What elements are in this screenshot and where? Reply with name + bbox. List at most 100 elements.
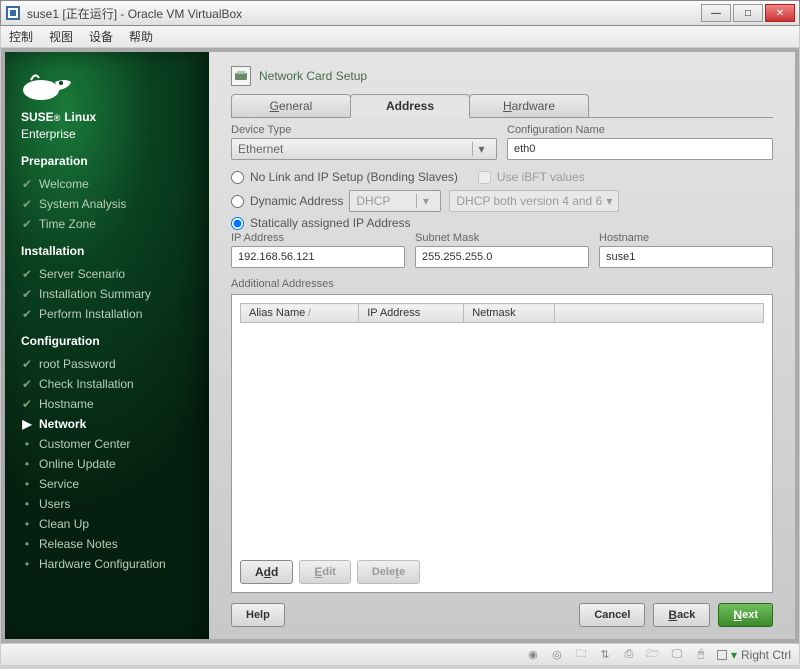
option-no-link[interactable]: No Link and IP Setup (Bonding Slaves) Us…: [231, 166, 773, 188]
bullet-icon: •: [21, 537, 33, 551]
option-dynamic[interactable]: Dynamic Address DHCP▾ DHCP both version …: [231, 188, 773, 214]
step-install-summary: ✔Installation Summary: [21, 284, 193, 304]
dynamic-proto-select: DHCP▾: [349, 190, 441, 212]
usb-icon[interactable]: ⎙: [621, 647, 637, 663]
option-static[interactable]: Statically assigned IP Address: [231, 214, 773, 232]
brand-text: SUSE® Linux Enterprise: [21, 108, 193, 142]
device-type-select[interactable]: Ethernet ▾: [231, 138, 497, 160]
bullet-icon: •: [21, 457, 33, 471]
chevron-down-icon: ▾: [416, 194, 434, 208]
check-icon: ✔: [21, 397, 33, 411]
shared-folder-icon[interactable]: 🗁: [645, 647, 661, 663]
host-key-indicator: ▾ Right Ctrl: [717, 648, 791, 662]
chevron-down-icon: ▾: [472, 142, 490, 156]
hostname-label: Hostname: [599, 232, 773, 244]
config-name-input[interactable]: [507, 138, 773, 160]
optical-icon[interactable]: ◎: [549, 647, 565, 663]
subnet-input[interactable]: [415, 246, 589, 268]
hostname-input[interactable]: [599, 246, 773, 268]
step-time-zone: ✔Time Zone: [21, 214, 193, 234]
step-check-install: ✔Check Installation: [21, 374, 193, 394]
menu-view[interactable]: 视图: [49, 28, 73, 45]
step-perform-install: ✔Perform Installation: [21, 304, 193, 324]
maximize-button[interactable]: □: [733, 4, 763, 22]
table-body: [240, 323, 764, 552]
step-system-analysis: ✔System Analysis: [21, 194, 193, 214]
window-titlebar: suse1 [正在运行] - Oracle VM VirtualBox — □ …: [0, 0, 800, 26]
check-icon: ✔: [21, 307, 33, 321]
check-icon: ✔: [21, 267, 33, 281]
arrow-down-icon: ▾: [731, 648, 737, 662]
step-hostname: ✔Hostname: [21, 394, 193, 414]
suse-logo: [21, 68, 193, 102]
cancel-button[interactable]: Cancel: [579, 603, 645, 627]
check-icon: ✔: [21, 287, 33, 301]
step-network: ▶Network: [21, 414, 193, 434]
col-netmask[interactable]: Netmask: [464, 304, 555, 323]
bullet-icon: •: [21, 557, 33, 571]
disk-icon[interactable]: ◉: [525, 647, 541, 663]
network-icon[interactable]: ⇅: [597, 647, 613, 663]
back-button[interactable]: Back: [653, 603, 710, 627]
option-ibft: Use iBFT values: [478, 168, 585, 186]
main-panel: Network Card Setup General Address Hardw…: [209, 52, 795, 639]
tabs: General Address Hardware: [231, 94, 773, 118]
bullet-icon: •: [21, 477, 33, 491]
menu-help[interactable]: 帮助: [129, 28, 153, 45]
tab-hardware[interactable]: Hardware: [469, 94, 589, 117]
check-icon: ✔: [21, 217, 33, 231]
edit-button[interactable]: Edit: [299, 560, 350, 584]
window-title: suse1 [正在运行] - Oracle VM VirtualBox: [27, 5, 701, 22]
section-configuration-title: Configuration: [21, 334, 193, 348]
bullet-icon: •: [21, 497, 33, 511]
col-alias[interactable]: Alias Name: [241, 304, 359, 323]
vm-screen: SUSE® Linux Enterprise Preparation ✔Welc…: [0, 48, 800, 644]
tab-general[interactable]: General: [231, 94, 351, 117]
tab-address[interactable]: Address: [350, 94, 470, 118]
step-customer-center: •Customer Center: [21, 434, 193, 454]
bullet-icon: •: [21, 437, 33, 451]
ip-input[interactable]: [231, 246, 405, 268]
check-icon: ✔: [21, 177, 33, 191]
hostkey-box-icon: [717, 650, 727, 660]
network-card-icon: [231, 66, 251, 86]
check-icon: ✔: [21, 197, 33, 211]
step-release-notes: •Release Notes: [21, 534, 193, 554]
step-root-password: ✔root Password: [21, 354, 193, 374]
subnet-label: Subnet Mask: [415, 232, 589, 244]
page-title: Network Card Setup: [231, 66, 773, 86]
help-button[interactable]: Help: [231, 603, 285, 627]
section-preparation-title: Preparation: [21, 154, 193, 168]
config-name-label: Configuration Name: [507, 124, 773, 136]
add-button[interactable]: Add: [240, 560, 293, 584]
menubar: 控制 视图 设备 帮助: [0, 26, 800, 48]
step-welcome: ✔Welcome: [21, 174, 193, 194]
check-icon: ✔: [21, 357, 33, 371]
menu-devices[interactable]: 设备: [89, 28, 113, 45]
step-hardware-config: •Hardware Configuration: [21, 554, 193, 574]
step-users: •Users: [21, 494, 193, 514]
section-installation-title: Installation: [21, 244, 193, 258]
next-button[interactable]: Next: [718, 603, 773, 627]
step-service: •Service: [21, 474, 193, 494]
col-ip[interactable]: IP Address: [359, 304, 464, 323]
mouse-icon[interactable]: 🖱: [693, 647, 709, 663]
close-button[interactable]: ✕: [765, 4, 795, 22]
menu-control[interactable]: 控制: [9, 28, 33, 45]
ip-label: IP Address: [231, 232, 405, 244]
step-clean-up: •Clean Up: [21, 514, 193, 534]
minimize-button[interactable]: —: [701, 4, 731, 22]
folder-icon[interactable]: 🗀: [573, 647, 589, 663]
step-server-scenario: ✔Server Scenario: [21, 264, 193, 284]
installer-sidebar: SUSE® Linux Enterprise Preparation ✔Welc…: [5, 52, 209, 639]
check-icon: ✔: [21, 377, 33, 391]
virtualbox-icon: [5, 5, 21, 21]
chevron-down-icon: ▾: [606, 194, 612, 208]
additional-addresses-label: Additional Addresses: [231, 278, 773, 290]
dynamic-mode-select: DHCP both version 4 and 6▾: [449, 190, 619, 212]
arrow-right-icon: ▶: [21, 417, 33, 431]
delete-button[interactable]: Delete: [357, 560, 420, 584]
step-online-update: •Online Update: [21, 454, 193, 474]
vm-statusbar: ◉ ◎ 🗀 ⇅ ⎙ 🗁 🖵 🖱 ▾ Right Ctrl: [0, 644, 800, 666]
display-icon[interactable]: 🖵: [669, 647, 685, 663]
